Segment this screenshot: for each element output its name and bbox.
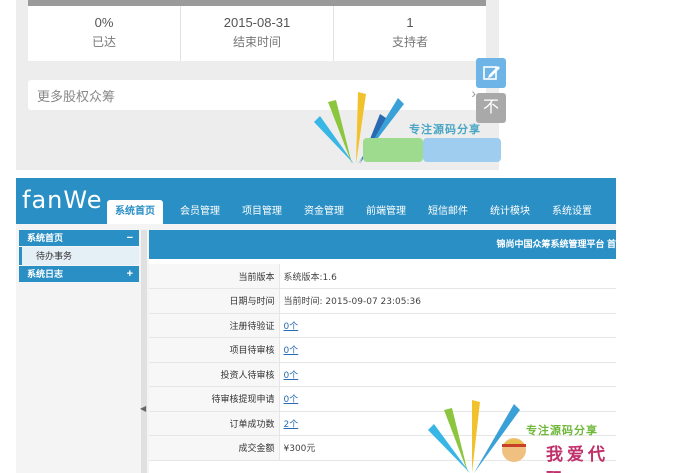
pending-project-link[interactable]: 0个: [284, 346, 299, 356]
back-to-top-label: 不: [482, 99, 499, 116]
blurred-area: [423, 138, 501, 162]
expand-icon[interactable]: +: [127, 266, 133, 282]
watermark-text: 专注源码分享: [409, 124, 481, 136]
row-label: 待审核提现申请: [149, 386, 280, 412]
sidebar-group-label: 系统首页: [27, 233, 64, 243]
row-value: 0个: [279, 313, 616, 338]
blurred-area: [363, 138, 423, 162]
row-label: 投资人待审核: [149, 362, 280, 387]
more-equity-label: 更多股权众筹: [37, 89, 116, 104]
stat-value: 2015-08-31: [223, 15, 291, 30]
content-title-bar: 锦尚中国众筹系统管理平台 首: [149, 230, 616, 259]
stat-label: 结束时间: [232, 35, 281, 49]
back-to-top-button[interactable]: 不: [476, 93, 506, 123]
edit-icon: [483, 66, 500, 80]
admin-header: fanWe 系统首页 会员管理 项目管理 资金管理 前端管理 短信邮件 统计模块…: [16, 178, 616, 224]
row-label: 成交金额: [149, 435, 280, 461]
stat-label: 支持者: [391, 35, 428, 49]
table-row: 注册待验证 0个: [149, 313, 616, 338]
nav-home[interactable]: 系统首页: [107, 200, 163, 224]
chevron-left-icon[interactable]: ◀: [140, 404, 146, 413]
sidebar-group-label: 系统日志: [27, 269, 64, 279]
watermark-text: 专注源码分享: [526, 425, 598, 437]
project-stats: 0% 已达 2015-08-31 结束时间 1 支持者: [28, 6, 486, 61]
row-value: 系统版本:1.6: [279, 264, 616, 289]
row-value: 0个: [279, 362, 616, 387]
edit-button[interactable]: [476, 58, 506, 88]
nav-settings[interactable]: 系统设置: [541, 200, 603, 224]
nav-sms-email[interactable]: 短信邮件: [417, 200, 479, 224]
sidebar-group-logs[interactable]: 系统日志 +: [19, 266, 139, 282]
row-label: 当前版本: [149, 264, 280, 289]
table-row: 待审核提现申请 0个: [149, 386, 616, 412]
nav-frontend[interactable]: 前端管理: [355, 200, 417, 224]
main-nav: 系统首页 会员管理 项目管理 资金管理 前端管理 短信邮件 统计模块 系统设置: [107, 200, 603, 224]
nav-statistics[interactable]: 统计模块: [479, 200, 541, 224]
pending-registration-link[interactable]: 0个: [284, 322, 299, 332]
more-equity-link[interactable]: 更多股权众筹 ›: [28, 80, 486, 110]
watermark-logo: [428, 400, 526, 473]
logo: fanWe: [22, 186, 103, 214]
nav-projects[interactable]: 项目管理: [231, 200, 293, 224]
successful-orders-link[interactable]: 2个: [284, 420, 299, 430]
stat-label: 已达: [91, 35, 116, 49]
admin-panel: fanWe 系统首页 会员管理 项目管理 资金管理 前端管理 短信邮件 统计模块…: [16, 178, 616, 473]
sidebar-item-todo[interactable]: 待办事务: [19, 247, 139, 265]
nav-funds[interactable]: 资金管理: [293, 200, 355, 224]
sidebar-collapse-bar[interactable]: [141, 230, 147, 473]
table-row: 当前版本 系统版本:1.6: [149, 264, 616, 289]
table-row: 日期与时间 当前时间: 2015-09-07 23:05:36: [149, 288, 616, 314]
table-row: 投资人待审核 0个: [149, 362, 616, 387]
row-label: 订单成功数: [149, 411, 280, 436]
stat-end-date: 2015-08-31 结束时间: [180, 6, 333, 61]
stat-value: 1: [406, 15, 414, 30]
row-label: 日期与时间: [149, 288, 280, 314]
row-label: 项目待审核: [149, 337, 280, 363]
stat-value: 0%: [94, 15, 114, 30]
row-value: 当前时间: 2015-09-07 23:05:36: [279, 288, 616, 314]
row-value: 0个: [279, 337, 616, 363]
collapse-icon[interactable]: −: [127, 230, 133, 246]
stat-progress: 0% 已达: [28, 6, 180, 61]
crowdfunding-mobile-panel: 0% 已达 2015-08-31 结束时间 1 支持者 更多股权众筹 › 不 专…: [16, 0, 506, 170]
pending-withdrawal-link[interactable]: 0个: [284, 395, 299, 405]
sidebar: 系统首页 − 待办事务 系统日志 +: [19, 230, 139, 283]
sidebar-group-home[interactable]: 系统首页 −: [19, 230, 139, 246]
nav-members[interactable]: 会员管理: [169, 200, 231, 224]
row-label: 注册待验证: [149, 313, 280, 338]
watermark-text: 我爱代码: [546, 445, 609, 473]
table-row: 项目待审核 0个: [149, 337, 616, 363]
stat-supporters: 1 支持者: [333, 6, 486, 61]
pending-investor-link[interactable]: 0个: [284, 371, 299, 381]
